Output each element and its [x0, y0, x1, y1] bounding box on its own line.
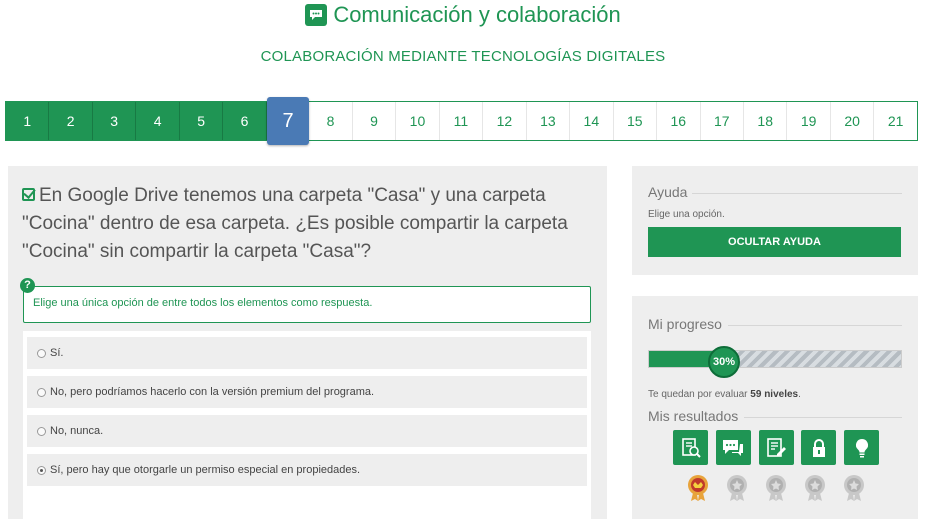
chat-bubble-icon: [305, 4, 328, 26]
step-7[interactable]: 7: [266, 97, 310, 145]
step-1[interactable]: 1: [6, 102, 50, 140]
progress-divider: [728, 325, 902, 326]
medal-grey-icon: [844, 475, 864, 501]
radio-button[interactable]: [37, 426, 46, 436]
medal-grey-icon: [727, 475, 747, 501]
medal-grey-icon: [766, 475, 786, 501]
step-16[interactable]: 16: [657, 102, 701, 140]
step-4[interactable]: 4: [136, 102, 180, 140]
lightbulb-icon[interactable]: [844, 430, 879, 465]
step-3[interactable]: 3: [92, 102, 137, 140]
step-19[interactable]: 19: [787, 102, 831, 140]
answer-option[interactable]: Sí.: [27, 337, 587, 369]
page-subtitle: COLABORACIÓN MEDIANTE TECNOLOGÍAS DIGITA…: [260, 48, 666, 65]
medals: [686, 474, 866, 502]
checkbox-icon: [22, 188, 35, 201]
remaining-levels-text: Te quedan por evaluar 59 niveles.: [648, 389, 801, 400]
answer-option-label: Sí.: [50, 347, 64, 359]
step-14[interactable]: 14: [570, 102, 614, 140]
help-heading: Ayuda: [648, 184, 688, 200]
progress-bar: [648, 350, 902, 368]
step-12[interactable]: 12: [483, 102, 527, 140]
help-divider: [692, 193, 902, 194]
step-8[interactable]: 8: [309, 102, 353, 140]
medal-grey-icon: [805, 475, 825, 501]
answer-option[interactable]: No, pero podríamos hacerlo con la versió…: [27, 376, 587, 408]
question-panel: En Google Drive tenemos una carpeta "Cas…: [8, 166, 607, 519]
step-10[interactable]: 10: [396, 102, 440, 140]
progress-percent: 30%: [708, 346, 740, 378]
question-text: En Google Drive tenemos una carpeta "Cas…: [22, 182, 592, 266]
remaining-value: 59 niveles: [750, 389, 799, 400]
results-divider: [744, 417, 902, 418]
step-20[interactable]: 20: [831, 102, 875, 140]
lock-icon[interactable]: [801, 430, 837, 465]
answer-option-label: No, pero podríamos hacerlo con la versió…: [50, 386, 375, 398]
progress-panel: Mi progreso 30% Te quedan por evaluar 59…: [632, 296, 918, 519]
page-title: Comunicación y colaboración: [333, 2, 621, 27]
answer-instruction: Elige una única opción de entre todos lo…: [23, 286, 591, 323]
step-9[interactable]: 9: [353, 102, 397, 140]
question-step-navigation: 1 2 3 4 5 6 7 8 9 10 11 12 13 14 15 16 17 18 19 20 21: [5, 97, 918, 145]
radio-button[interactable]: [37, 348, 46, 358]
page-header: Comunicación y colaboración: [0, 2, 926, 28]
step-15[interactable]: 15: [614, 102, 658, 140]
chat-icon[interactable]: [715, 430, 751, 465]
result-icons: [673, 430, 879, 465]
medal-gold-icon: [688, 475, 708, 501]
answer-option[interactable]: Sí, pero hay que otorgarle un permiso es…: [27, 454, 587, 486]
progress-heading: Mi progreso: [648, 316, 722, 332]
radio-button[interactable]: [37, 387, 46, 397]
question-label: En Google Drive tenemos una carpeta "Cas…: [22, 185, 568, 262]
question-mark-icon[interactable]: ?: [20, 278, 35, 293]
results-heading: Mis resultados: [648, 408, 739, 424]
remaining-suffix: .: [798, 389, 801, 400]
step-17[interactable]: 17: [701, 102, 744, 140]
answer-option[interactable]: No, nunca.: [27, 415, 587, 447]
help-panel: Ayuda Elige una opción. OCULTAR AYUDA: [632, 166, 918, 275]
help-hint: Elige una opción.: [648, 209, 725, 220]
step-18[interactable]: 18: [744, 102, 788, 140]
step-21[interactable]: 21: [874, 102, 916, 140]
remaining-prefix: Te quedan por evaluar: [648, 389, 751, 400]
step-6[interactable]: 6: [223, 102, 267, 140]
step-13[interactable]: 13: [527, 102, 571, 140]
answer-option-label: No, nunca.: [50, 425, 104, 437]
step-2[interactable]: 2: [49, 102, 93, 140]
answer-option-label: Sí, pero hay que otorgarle un permiso es…: [50, 464, 361, 476]
answer-options: Sí. No, pero podríamos hacerlo con la ver…: [23, 331, 591, 519]
radio-button[interactable]: [37, 465, 46, 475]
search-document-icon[interactable]: [673, 430, 708, 465]
step-11[interactable]: 11: [440, 102, 484, 140]
hide-help-button[interactable]: OCULTAR AYUDA: [648, 227, 901, 257]
edit-document-icon[interactable]: [758, 430, 794, 465]
step-5[interactable]: 5: [179, 102, 224, 140]
